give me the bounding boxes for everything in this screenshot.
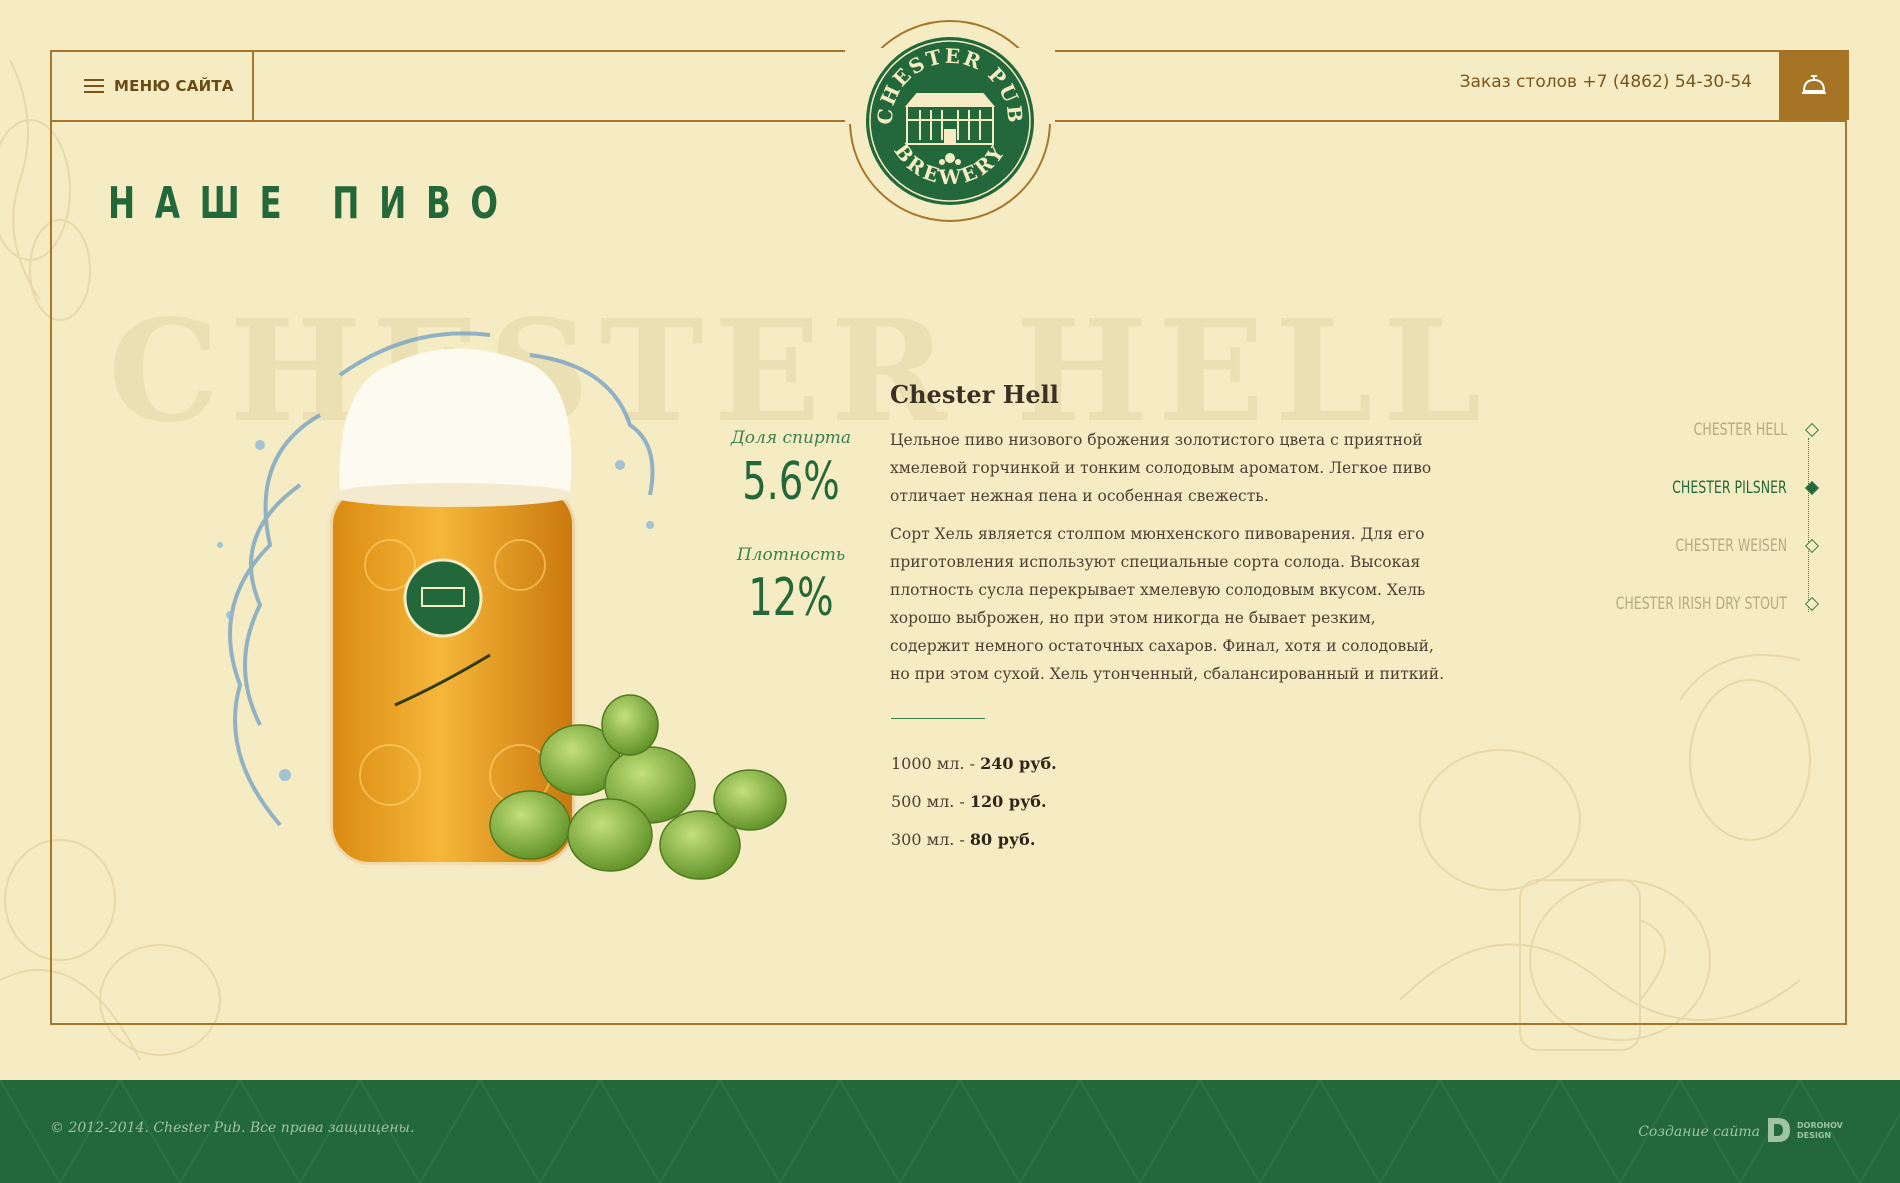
dorohov-design-logo[interactable]: DOROHOV DESIGN (1766, 1116, 1850, 1144)
chester-pub-logo[interactable]: CHESTER PUB BREWERY (865, 36, 1035, 206)
building-icon (904, 93, 996, 145)
beer-nav-label: Chester Irish Dry Stout (1615, 594, 1787, 614)
site-credit: Создание сайта (1638, 1124, 1760, 1140)
density-label: Плотность (736, 545, 846, 565)
beer-mug-image (217, 331, 787, 880)
price-volume: 500 мл. - (891, 792, 970, 811)
page-title: НАШЕ ПИВО (108, 178, 518, 229)
beer-navigation: Chester Hell Chester Pilsner Chester Wei… (1560, 418, 1820, 658)
density-value: 12% (748, 568, 834, 628)
beer-nav-item-chester-pilsner[interactable]: Chester Pilsner (1647, 476, 1820, 500)
price-row: 300 мл. - 80 руб. (891, 830, 1035, 849)
site-menu-button[interactable]: МЕНЮ САЙТА (52, 52, 254, 120)
beer-nav-item-chester-weisen[interactable]: Chester Weisen (1651, 534, 1820, 558)
site-menu-label: МЕНЮ САЙТА (114, 77, 234, 95)
studio-type: DESIGN (1797, 1131, 1831, 1140)
beer-nav-label: Chester Pilsner (1672, 478, 1787, 498)
price-value: 120 руб. (969, 792, 1047, 811)
price-value: 80 руб. (969, 830, 1036, 849)
reservation-phone[interactable]: Заказ столов +7 (4862) 54-30-54 (1460, 72, 1752, 92)
beer-nav-item-chester-irish-dry-stout[interactable]: Chester Irish Dry Stout (1578, 592, 1820, 616)
diamond-icon (1804, 480, 1820, 496)
beer-description-2: Сорт Хель является столпом мюнхенского п… (890, 525, 1445, 683)
beer-nav-line (1808, 438, 1809, 612)
reserve-table-button[interactable] (1779, 50, 1849, 120)
beer-nav-label: Chester Hell (1693, 420, 1787, 440)
price-row: 500 мл. - 120 руб. (891, 792, 1047, 811)
hamburger-icon (84, 79, 104, 93)
diamond-icon (1804, 538, 1820, 554)
price-row: 1000 мл. - 240 руб. (891, 754, 1057, 773)
abv-value: 5.6% (742, 452, 840, 512)
footer: © 2012-2014. Chester Pub. Все права защи… (0, 1080, 1900, 1183)
price-value: 240 руб. (980, 754, 1057, 773)
abv-label: Доля спирта (730, 428, 852, 448)
beer-nav-item-chester-hell[interactable]: Chester Hell (1673, 418, 1820, 442)
diamond-icon (1804, 596, 1820, 612)
beer-name: Chester Hell (890, 380, 1059, 409)
mug-logo (403, 558, 483, 638)
diamond-icon (1804, 422, 1820, 438)
price-volume: 300 мл. - (891, 830, 970, 849)
beer-nav-label: Chester Weisen (1675, 536, 1787, 556)
studio-name: DOROHOV (1797, 1121, 1844, 1130)
copyright: © 2012-2014. Chester Pub. Все права защи… (50, 1120, 415, 1136)
service-bell-icon (1802, 75, 1826, 94)
price-divider (891, 718, 985, 719)
price-volume: 1000 мл. - (891, 754, 981, 773)
beer-description-1: Цельное пиво низового брожения золотисто… (890, 431, 1432, 505)
